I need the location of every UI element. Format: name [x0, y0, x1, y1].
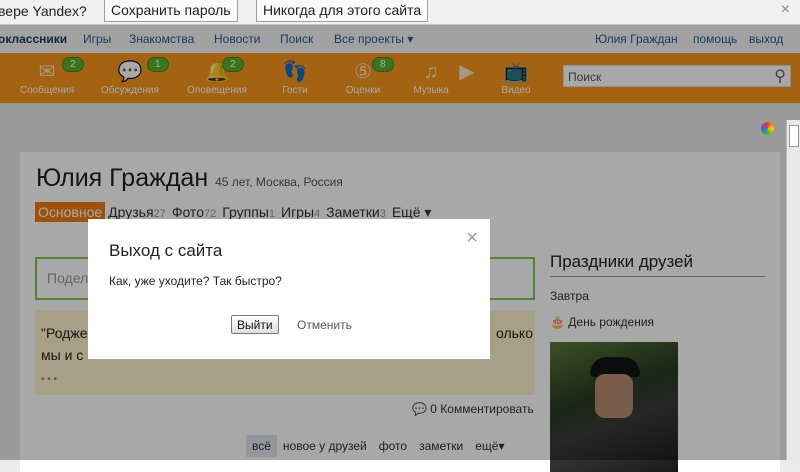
scrollbar[interactable] — [786, 120, 800, 460]
dialog-message: Как, уже уходите? Так быстро? — [109, 274, 282, 288]
save-password-question: вере Yandex? — [0, 3, 87, 19]
logout-confirm-button[interactable]: Выйти — [231, 315, 279, 334]
save-password-button[interactable]: Сохранить пароль — [104, 0, 238, 22]
color-ball-icon[interactable] — [761, 122, 774, 135]
dialog-title: Выход с сайта — [109, 241, 223, 260]
password-save-bar: вере Yandex? Сохранить пароль Никогда дл… — [0, 0, 800, 25]
logout-dialog: × Выход с сайта Как, уже уходите? Так бы… — [88, 219, 490, 359]
never-for-site-button[interactable]: Никогда для этого сайта — [256, 0, 429, 22]
close-icon[interactable]: × — [781, 1, 790, 19]
cancel-link[interactable]: Отменить — [297, 318, 352, 332]
scrollbar-thumb[interactable] — [789, 125, 799, 147]
close-icon[interactable]: × — [466, 227, 478, 250]
